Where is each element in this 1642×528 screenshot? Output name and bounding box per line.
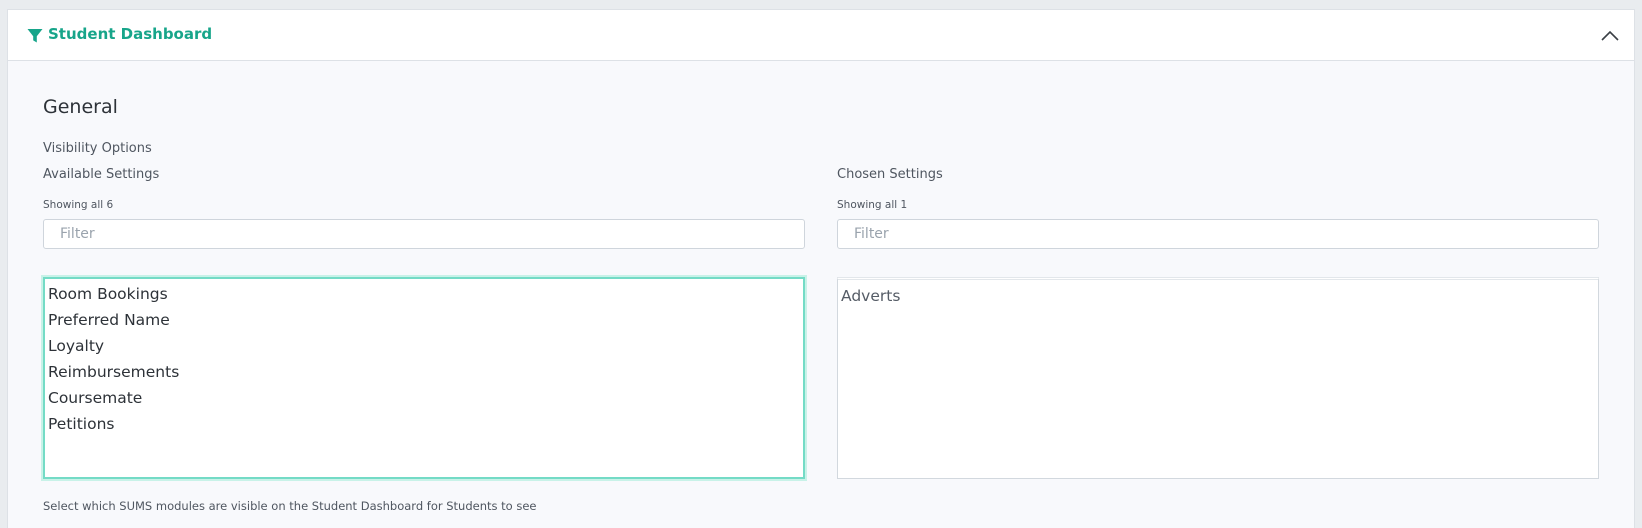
- chevron-up-icon: [1601, 30, 1619, 41]
- help-text: Select which SUMS modules are visible on…: [43, 499, 537, 513]
- chosen-settings-label: Chosen Settings: [837, 167, 943, 182]
- filter-icon: [27, 29, 43, 43]
- available-settings-label: Available Settings: [43, 167, 160, 182]
- chosen-settings-list[interactable]: Adverts: [837, 277, 1599, 479]
- list-option[interactable]: Adverts: [838, 283, 1598, 309]
- card-title: Student Dashboard: [48, 25, 213, 43]
- list-option[interactable]: Preferred Name: [45, 307, 803, 333]
- available-settings-list[interactable]: Room Bookings Preferred Name Loyalty Reimbu…: [43, 277, 805, 479]
- list-option[interactable]: Loyalty: [45, 333, 803, 359]
- card-body: General Visibility Options Available Set…: [8, 61, 1634, 528]
- available-count: Showing all 6: [43, 199, 114, 211]
- chosen-count: Showing all 1: [837, 199, 908, 211]
- list-option[interactable]: Room Bookings: [45, 281, 803, 307]
- list-option[interactable]: Coursemate: [45, 385, 803, 411]
- list-option[interactable]: Reimbursements: [45, 359, 803, 385]
- student-dashboard-card: Student Dashboard General Visibility Opt…: [7, 9, 1635, 528]
- section-heading: General: [43, 96, 118, 118]
- available-settings-pane: Available Settings Showing all 6 Room Bo…: [43, 167, 805, 479]
- collapse-button[interactable]: [1598, 24, 1622, 48]
- card-header[interactable]: Student Dashboard: [8, 10, 1634, 61]
- available-filter-input[interactable]: [43, 219, 805, 249]
- visibility-options-label: Visibility Options: [43, 141, 152, 156]
- chosen-settings-pane: Chosen Settings Showing all 1 Adverts: [837, 167, 1599, 479]
- chosen-filter-input[interactable]: [837, 219, 1599, 249]
- list-option[interactable]: Petitions: [45, 411, 803, 437]
